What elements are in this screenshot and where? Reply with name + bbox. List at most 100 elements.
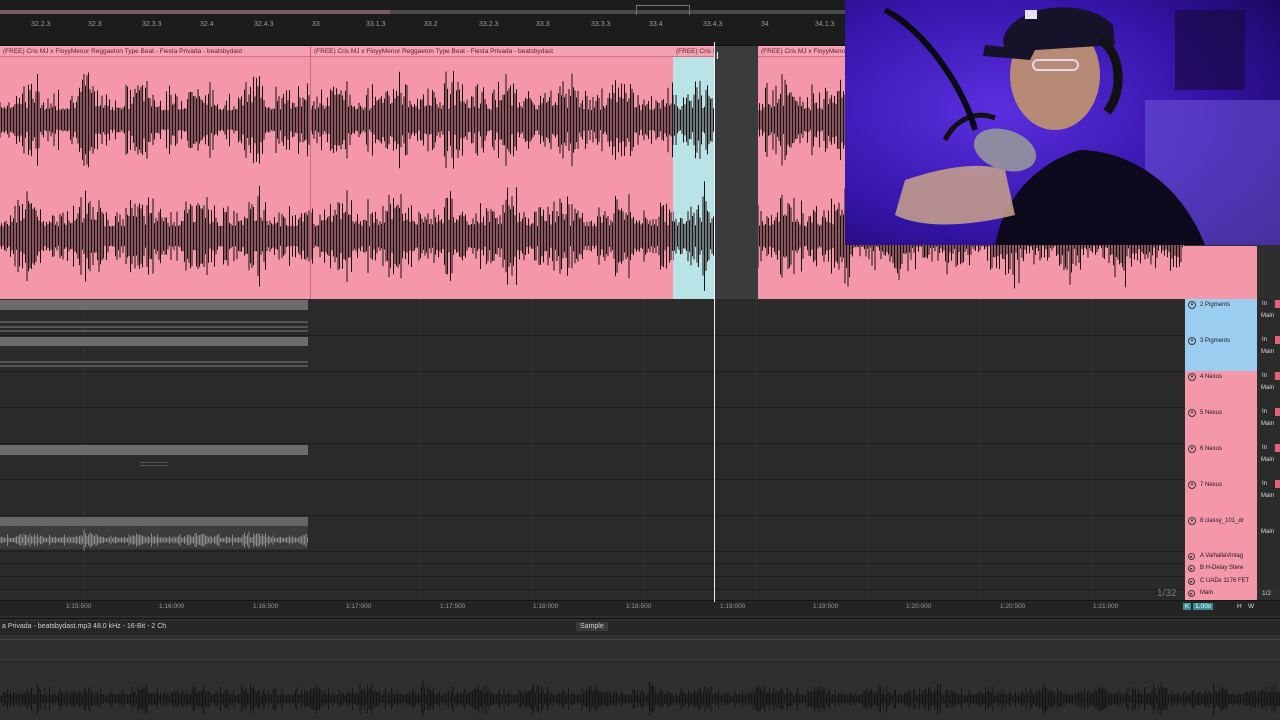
zoom-value[interactable]: 1.00x: [1193, 603, 1214, 610]
track-header-audio[interactable]: [1184, 246, 1257, 299]
w-button[interactable]: W: [1248, 603, 1254, 610]
monitor-flag[interactable]: [1275, 444, 1280, 452]
record-arm-icon[interactable]: ▾: [1188, 409, 1196, 417]
play-icon[interactable]: ▸: [1188, 553, 1195, 560]
play-icon[interactable]: ▸: [1188, 565, 1195, 572]
ruler-tick: 34: [761, 21, 769, 28]
input-label[interactable]: In: [1262, 481, 1267, 487]
midi-clip[interactable]: [0, 337, 308, 346]
lane-divider: [0, 443, 1184, 444]
audio-clip[interactable]: (FREE) Cris MJ x FloyyMenor Reggaeton Ty…: [0, 46, 310, 299]
track-name: 6 Nexus: [1200, 446, 1223, 452]
grid-line: [868, 299, 869, 600]
midi-note-strip: [0, 330, 308, 332]
time-tick: 1:15:500: [66, 603, 92, 610]
ruler-tick: 33.3.3: [591, 21, 611, 28]
ruler-tick: 32.3.3: [142, 21, 162, 28]
track-header[interactable]: ▾ 8 classy_101_dr: [1185, 515, 1257, 551]
monitor-flag[interactable]: [1275, 336, 1280, 344]
track-io[interactable]: In Main: [1258, 371, 1280, 407]
midi-note-strip: [140, 462, 168, 463]
key-map-button[interactable]: K: [1183, 603, 1192, 610]
time-ruler[interactable]: 1:15:500 1:16:000 1:16:500 1:17:000 1:17…: [0, 600, 1280, 616]
return-track-name: C UADx 1176 FET: [1200, 578, 1250, 584]
output-label[interactable]: Main: [1261, 421, 1274, 427]
track-io[interactable]: In Main: [1258, 299, 1280, 335]
track-io[interactable]: In Main: [1258, 407, 1280, 443]
return-track-header[interactable]: ▸ A ValhallaVintag: [1185, 551, 1257, 563]
ruler-tick: 32.4.3: [254, 21, 274, 28]
ruler-tick: 33.4: [649, 21, 663, 28]
record-arm-icon[interactable]: ▾: [1188, 373, 1196, 381]
input-label[interactable]: In: [1262, 301, 1267, 307]
time-tick: 1:18:500: [626, 603, 652, 610]
audio-clip[interactable]: (FREE) Cris MJ x FloyyMenor Reggaeton Ty…: [310, 46, 673, 299]
record-arm-icon[interactable]: ▾: [1188, 301, 1196, 309]
h-button[interactable]: H: [1237, 603, 1242, 610]
monitor-flag[interactable]: [1275, 372, 1280, 380]
track-io[interactable]: In Main: [1258, 335, 1280, 371]
midi-clip[interactable]: [0, 300, 308, 310]
play-icon[interactable]: ▸: [1188, 578, 1195, 585]
ruler-tick: 33.4.3: [703, 21, 723, 28]
midi-clip[interactable]: [0, 445, 308, 455]
clip-title: (FREE) Cris MJ x FloyyMenor Reggaeton Ty…: [0, 46, 310, 57]
record-arm-icon[interactable]: ▾: [1188, 481, 1196, 489]
track-io[interactable]: In Main: [1258, 443, 1280, 479]
waveform-channel: [311, 71, 673, 169]
output-label[interactable]: Main: [1261, 529, 1274, 535]
record-arm-icon[interactable]: ▾: [1188, 337, 1196, 345]
ruler-tick: 33.2.3: [479, 21, 499, 28]
sample-waveform: [0, 680, 1280, 718]
record-arm-icon[interactable]: ▾: [1188, 445, 1196, 453]
track-header[interactable]: ▾ 6 Nexus: [1185, 443, 1257, 479]
track-lanes[interactable]: classy_101_drumloop_100bpm_flexxonbeats_…: [0, 299, 1184, 600]
main-track-header[interactable]: ▸ Main: [1185, 589, 1257, 600]
output-label[interactable]: Main: [1261, 457, 1274, 463]
time-tick: 1:17:000: [346, 603, 372, 610]
lane-divider: [0, 479, 1184, 480]
zoom-control[interactable]: K 1.00x: [1183, 603, 1214, 610]
output-label[interactable]: Main: [1261, 385, 1274, 391]
sample-tab[interactable]: Sample: [576, 622, 608, 631]
empty-region[interactable]: [715, 46, 758, 299]
midi-note-strip: [0, 326, 308, 328]
clip-detail-panel[interactable]: a Privada - beatsbydast.mp3 48.0 kHz - 1…: [0, 618, 1280, 720]
output-label[interactable]: Main: [1261, 349, 1274, 355]
record-arm-icon[interactable]: ▾: [1188, 517, 1196, 525]
grid-line: [644, 299, 645, 600]
waveform-channel: [0, 185, 310, 287]
track-io[interactable]: Main: [1258, 515, 1280, 551]
half-indicator[interactable]: 1/2: [1262, 590, 1271, 597]
lane-divider: [0, 407, 1184, 408]
track-header[interactable]: ▾ 4 Nexus: [1185, 371, 1257, 407]
playhead[interactable]: [714, 42, 715, 602]
input-label[interactable]: In: [1262, 409, 1267, 415]
ruler-tick: 33.2: [424, 21, 438, 28]
return-track-header[interactable]: ▸ C UADx 1176 FET: [1185, 576, 1257, 589]
text-cursor-icon: I: [716, 51, 719, 62]
ruler-tick: 32.3: [88, 21, 102, 28]
monitor-flag[interactable]: [1275, 480, 1280, 488]
grid-fraction[interactable]: 1/32: [1157, 588, 1176, 599]
clip-title: (FREE) Cris M: [673, 46, 715, 57]
track-header[interactable]: ▾ 7 Nexus: [1185, 479, 1257, 515]
track-io[interactable]: In Main: [1258, 479, 1280, 515]
monitor-flag[interactable]: [1275, 300, 1280, 308]
track-header[interactable]: ▾ 3 Pigments: [1185, 335, 1257, 371]
time-tick: 1:16:000: [159, 603, 185, 610]
track-header[interactable]: ▾ 2 Pigments: [1185, 299, 1257, 335]
output-label[interactable]: Main: [1261, 313, 1274, 319]
return-track-header[interactable]: ▸ B H-Delay Stere: [1185, 563, 1257, 576]
monitor-flag[interactable]: [1275, 408, 1280, 416]
grid-line: [756, 299, 757, 600]
track-header[interactable]: ▾ 5 Nexus: [1185, 407, 1257, 443]
loop-brace[interactable]: [636, 5, 690, 15]
input-label[interactable]: In: [1262, 445, 1267, 451]
main-track-name: Main: [1200, 590, 1214, 596]
output-label[interactable]: Main: [1261, 493, 1274, 499]
input-label[interactable]: In: [1262, 373, 1267, 379]
time-selection[interactable]: [673, 57, 715, 299]
play-icon[interactable]: ▸: [1188, 590, 1195, 597]
input-label[interactable]: In: [1262, 337, 1267, 343]
